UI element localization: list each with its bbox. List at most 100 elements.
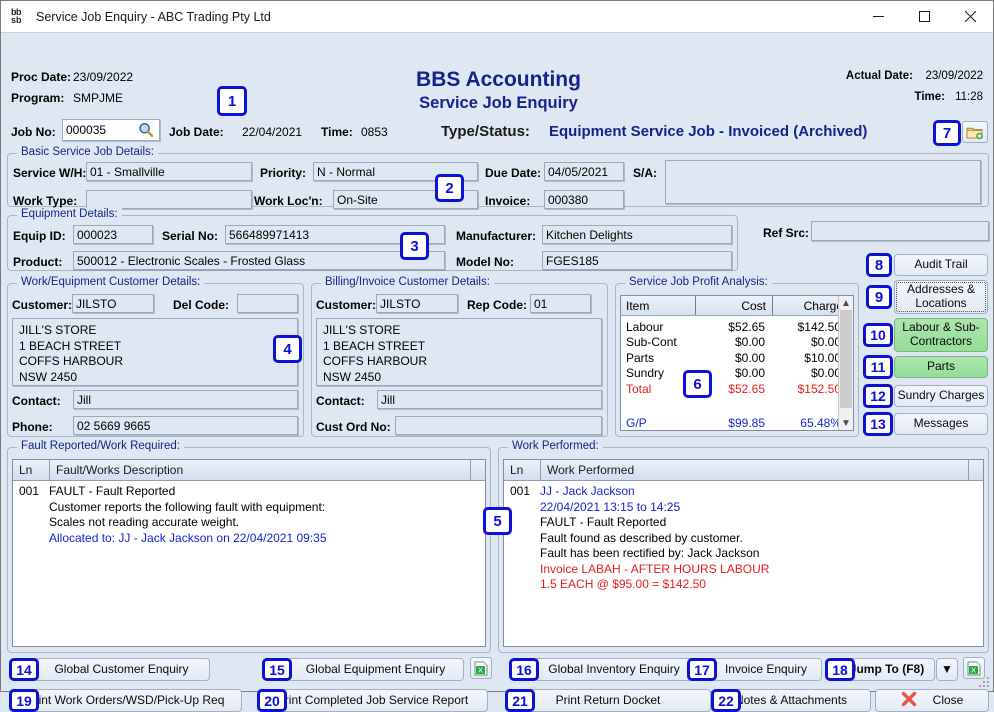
profit-gp-charge: 65.48%	[771, 416, 847, 432]
fault-line-allocated: Allocated to: JJ - Jack Jackson on 22/04…	[49, 531, 485, 547]
title-bar: bbsb Service Job Enquiry - ABC Trading P…	[1, 1, 993, 33]
callout-badge-9: 9	[866, 285, 892, 309]
callout-badge-3: 3	[400, 232, 429, 260]
svg-text:X: X	[971, 665, 976, 674]
parts-button[interactable]: Parts	[894, 356, 988, 378]
due-date-field[interactable]: 04/05/2021	[544, 162, 624, 181]
work-line: 22/04/2021 13:15 to 14:25	[540, 500, 983, 516]
address-line: NSW 2450	[19, 370, 291, 386]
job-date-label: Job Date:	[169, 125, 224, 139]
scroll-down-icon[interactable]: ▼	[841, 416, 851, 430]
list-item[interactable]: 001 FAULT - Fault Reported Customer repo…	[13, 481, 485, 546]
maximize-icon[interactable]	[901, 1, 947, 33]
callout-badge-19: 19	[9, 689, 39, 712]
billing-customer-group-title: Billing/Invoice Customer Details:	[321, 276, 494, 288]
print-completed-report-button[interactable]: Print Completed Job Service Report	[257, 689, 488, 712]
global-customer-enquiry-button[interactable]: Global Customer Enquiry	[33, 658, 210, 681]
global-inventory-enquiry-button[interactable]: Global Inventory Enquiry	[534, 658, 694, 681]
job-no-label: Job No:	[11, 125, 56, 139]
profit-gp-cost: $99.85	[695, 416, 771, 432]
invoice-field[interactable]: 000380	[544, 190, 624, 209]
profit-item: Parts	[621, 350, 695, 366]
excel-export-icon-right[interactable]: X	[963, 657, 985, 679]
messages-button[interactable]: Messages	[894, 413, 988, 435]
work-performed-list[interactable]: Ln Work Performed 001 JJ - Jack Jackson …	[503, 459, 984, 647]
work-phone-field[interactable]: 02 5669 9665	[73, 416, 298, 435]
sundry-charges-button[interactable]: Sundry Charges	[894, 385, 988, 407]
profit-table-scrollbar[interactable]: ▲ ▼	[838, 296, 853, 430]
billing-contact-label: Contact:	[316, 394, 365, 408]
manufacturer-label: Manufacturer:	[456, 229, 536, 243]
chevron-down-icon[interactable]: ▼	[936, 658, 958, 681]
audit-trail-button[interactable]: Audit Trail	[894, 254, 988, 276]
svg-text:X: X	[478, 665, 483, 674]
callout-badge-6: 6	[683, 370, 712, 398]
fault-list[interactable]: Ln Fault/Works Description 001 FAULT - F…	[12, 459, 486, 647]
rep-code-field[interactable]: 01	[530, 294, 591, 313]
global-equipment-enquiry-button[interactable]: Global Equipment Enquiry	[287, 658, 464, 681]
minimize-icon[interactable]	[855, 1, 901, 33]
folder-add-icon[interactable]	[962, 121, 988, 143]
window-body: Proc Date: 23/09/2022 Program: SMPJME Jo…	[1, 33, 993, 691]
profit-charge: $142.50	[771, 319, 847, 335]
window-controls	[855, 1, 993, 33]
callout-badge-18: 18	[825, 658, 855, 681]
cust-ord-no-field[interactable]	[395, 416, 602, 435]
manufacturer-field[interactable]: Kitchen Delights	[542, 225, 732, 244]
invoice-enquiry-button[interactable]: Invoice Enquiry	[710, 658, 822, 681]
window-resize-grip[interactable]	[979, 677, 991, 689]
addresses-locations-button[interactable]: Addresses & Locations	[894, 280, 988, 314]
table-row-total: Total $52.65 $152.50	[621, 381, 853, 397]
callout-badge-2: 2	[435, 174, 464, 202]
billing-customer-address[interactable]: JILL'S STORE 1 BEACH STREET COFFS HARBOU…	[316, 318, 602, 386]
work-customer-field[interactable]: JILSTO	[72, 294, 154, 313]
proc-date-label: Proc Date:	[11, 70, 71, 84]
profit-gp-item: G/P	[621, 416, 695, 432]
close-button[interactable]: Close	[875, 689, 989, 712]
fault-line: FAULT - Fault Reported	[49, 484, 485, 500]
scroll-up-icon[interactable]: ▲	[841, 296, 851, 310]
model-no-label: Model No:	[456, 255, 514, 269]
callout-badge-13: 13	[863, 412, 893, 436]
table-row-gp: G/P $99.85 65.48%	[621, 416, 853, 432]
work-type-field[interactable]	[86, 190, 252, 209]
callout-badge-4: 4	[273, 335, 302, 363]
model-no-field[interactable]: FGES185	[542, 251, 732, 270]
work-customer-address[interactable]: JILL'S STORE 1 BEACH STREET COFFS HARBOU…	[12, 318, 298, 386]
proc-date-value: 23/09/2022	[73, 70, 133, 84]
profit-charge: $0.00	[771, 335, 847, 351]
callout-badge-17: 17	[687, 658, 717, 681]
ref-src-field[interactable]	[811, 221, 989, 241]
billing-customer-field[interactable]: JILSTO	[376, 294, 458, 313]
actual-date-value: 23/09/2022	[925, 70, 983, 82]
billing-contact-field[interactable]: Jill	[377, 390, 602, 409]
fault-group-title: Fault Reported/Work Required:	[17, 440, 184, 452]
callout-badge-21: 21	[505, 689, 535, 712]
list-item[interactable]: 001 JJ - Jack Jackson 22/04/2021 13:15 t…	[504, 481, 983, 593]
scroll-thumb[interactable]	[840, 310, 852, 408]
profit-charge: $152.50	[771, 381, 847, 397]
callout-badge-14: 14	[9, 658, 39, 681]
work-list-header: Ln Work Performed	[504, 460, 983, 481]
fault-col-description: Fault/Works Description	[50, 460, 470, 481]
sa-field[interactable]	[665, 160, 981, 204]
rep-code-label: Rep Code:	[467, 298, 527, 312]
fault-row-ln: 001	[13, 484, 49, 546]
service-wh-field[interactable]: 01 - Smallville	[86, 162, 252, 181]
print-work-orders-button[interactable]: Print Work Orders/WSD/Pick-Up Req	[9, 689, 242, 712]
del-code-field[interactable]	[237, 294, 298, 313]
excel-export-icon-left[interactable]: X	[470, 657, 492, 679]
work-group-title: Work Performed:	[508, 440, 603, 452]
equip-id-field[interactable]: 000023	[73, 225, 153, 244]
labour-subcontractors-button[interactable]: Labour & Sub-Contractors	[894, 318, 988, 352]
job-time-value: 0853	[361, 125, 388, 139]
profit-analysis-table[interactable]: Item Cost Charge Labour $52.65 $142.50 S…	[620, 295, 854, 431]
print-return-docket-button[interactable]: Print Return Docket	[505, 689, 711, 712]
product-field[interactable]: 500012 - Electronic Scales - Frosted Gla…	[73, 251, 445, 270]
due-date-label: Due Date:	[485, 166, 541, 180]
work-contact-field[interactable]: Jill	[73, 390, 298, 409]
table-row: Sundry $0.00 $0.00	[621, 366, 853, 382]
profit-table-header: Item Cost Charge	[621, 296, 853, 316]
close-icon[interactable]	[947, 1, 993, 33]
magnifier-icon[interactable]	[138, 122, 154, 138]
